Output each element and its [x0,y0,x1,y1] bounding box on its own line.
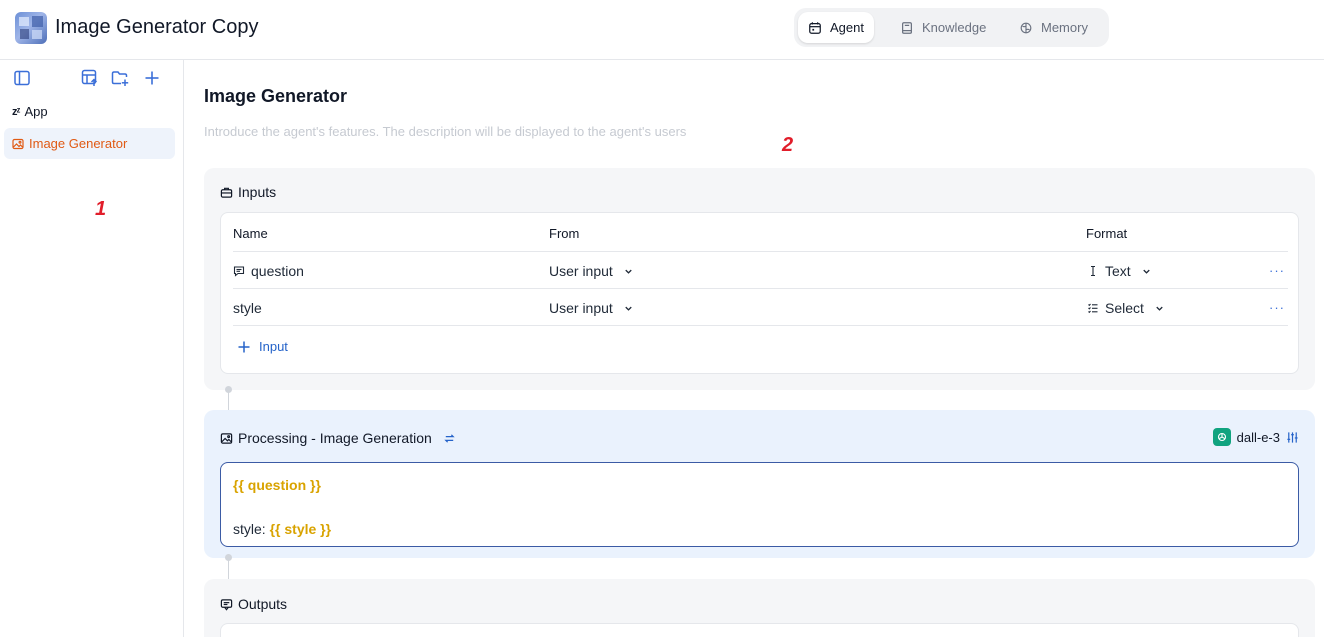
inputs-icon [220,187,233,198]
processing-panel: Processing - Image Generation dall-e-3 {… [204,410,1315,558]
app-title: Image Generator Copy [55,16,259,38]
from-select[interactable]: User input [549,300,634,316]
add-icon[interactable] [142,68,162,88]
sidebar-app-label: zᶻ App [12,104,48,119]
list-icon [1088,303,1098,314]
openai-icon [1212,428,1231,446]
tab-knowledge-label: Knowledge [922,20,987,35]
book-icon [902,21,912,34]
variable-token: {{ style }} [269,521,332,537]
message-icon [233,266,245,277]
inputs-panel: Inputs Name From Format question User in… [204,168,1315,390]
col-header-format: Format [1086,226,1128,241]
image-icon [220,432,233,444]
settings-sliders-icon[interactable] [1286,431,1299,444]
sidebar-item-image-generator[interactable]: Image Generator [4,128,175,159]
row-more-button[interactable]: ··· [1269,300,1285,315]
inputs-heading-text: Inputs [238,184,277,200]
inputs-table: Name From Format question User input Tex… [220,212,1299,374]
row-divider [233,288,1288,289]
outputs-table [220,623,1299,637]
app-root: Image Generator Copy Agent Knowledge Mem… [0,0,1324,637]
text-cursor-icon [1091,265,1095,277]
top-header: Image Generator Copy Agent Knowledge Mem… [0,0,1324,60]
tab-memory[interactable]: Memory [1009,12,1098,43]
format-value: Select [1105,300,1144,316]
format-select[interactable]: Text [1087,263,1152,279]
sleep-icon: zᶻ [12,105,21,118]
toggle-sidebar-icon[interactable] [12,68,32,88]
swap-icon[interactable] [443,432,456,445]
col-header-from: From [549,226,580,241]
chevron-down-icon [1142,269,1150,274]
outputs-heading: Outputs [220,596,287,612]
format-select[interactable]: Select [1087,300,1165,316]
plus-icon [238,341,250,352]
import-table-icon[interactable] [80,68,100,88]
brain-icon [1020,22,1032,33]
prompt-editor[interactable]: {{ question }} style: {{ style }} [220,462,1299,547]
row-divider [233,251,1288,252]
tab-knowledge[interactable]: Knowledge [890,12,996,43]
table-row-name[interactable]: style [233,300,262,316]
row-more-button[interactable]: ··· [1269,263,1285,278]
model-selector[interactable]: dall-e-3 [1212,428,1299,446]
outputs-panel: Outputs [204,579,1315,637]
add-input-button[interactable]: Input [237,339,288,354]
model-name: dall-e-3 [1236,429,1280,445]
row-divider [233,325,1288,326]
page-title: Image Generator [204,86,348,106]
input-name: style [233,300,262,316]
annotation-marker-1: 1 [95,198,107,220]
outputs-heading-text: Outputs [238,596,288,612]
sidebar: zᶻ App Image Generator 1 [0,60,184,637]
processing-heading-text: Processing - Image Generation [238,430,432,446]
table-row-name[interactable]: question [233,263,304,279]
description-input[interactable]: Introduce the agent's features. The desc… [204,124,686,139]
output-icon [220,598,233,611]
variable-token: {{ question }} [233,477,321,493]
inputs-heading: Inputs [220,184,276,200]
image-icon [12,138,24,149]
from-select[interactable]: User input [549,263,634,279]
prompt-line-3: style: {{ style }} [233,518,1286,540]
annotation-marker-2: 2 [782,134,794,156]
prompt-text: style: [233,521,270,537]
input-name: question [251,263,304,279]
from-value: User input [549,300,613,316]
col-header-name: Name [233,226,268,241]
prompt-line-1: {{ question }} [233,474,1286,496]
tab-agent-label: Agent [830,20,864,35]
chevron-down-icon [625,306,632,311]
prompt-blank-line [233,496,1286,518]
mode-tabs: Agent Knowledge Memory [794,8,1109,47]
new-folder-icon[interactable] [110,68,130,88]
add-input-label: Input [259,339,288,354]
chevron-down-icon [625,269,632,274]
tab-agent[interactable]: Agent [798,12,874,43]
processing-heading: Processing - Image Generation [220,430,456,446]
sidebar-app-text: App [24,104,48,119]
app-logo [15,12,47,44]
from-value: User input [549,263,613,279]
tab-memory-label: Memory [1041,20,1088,35]
sidebar-item-label: Image Generator [29,136,128,151]
calendar-icon [809,21,821,34]
chevron-down-icon [1156,306,1163,311]
format-value: Text [1105,263,1131,279]
